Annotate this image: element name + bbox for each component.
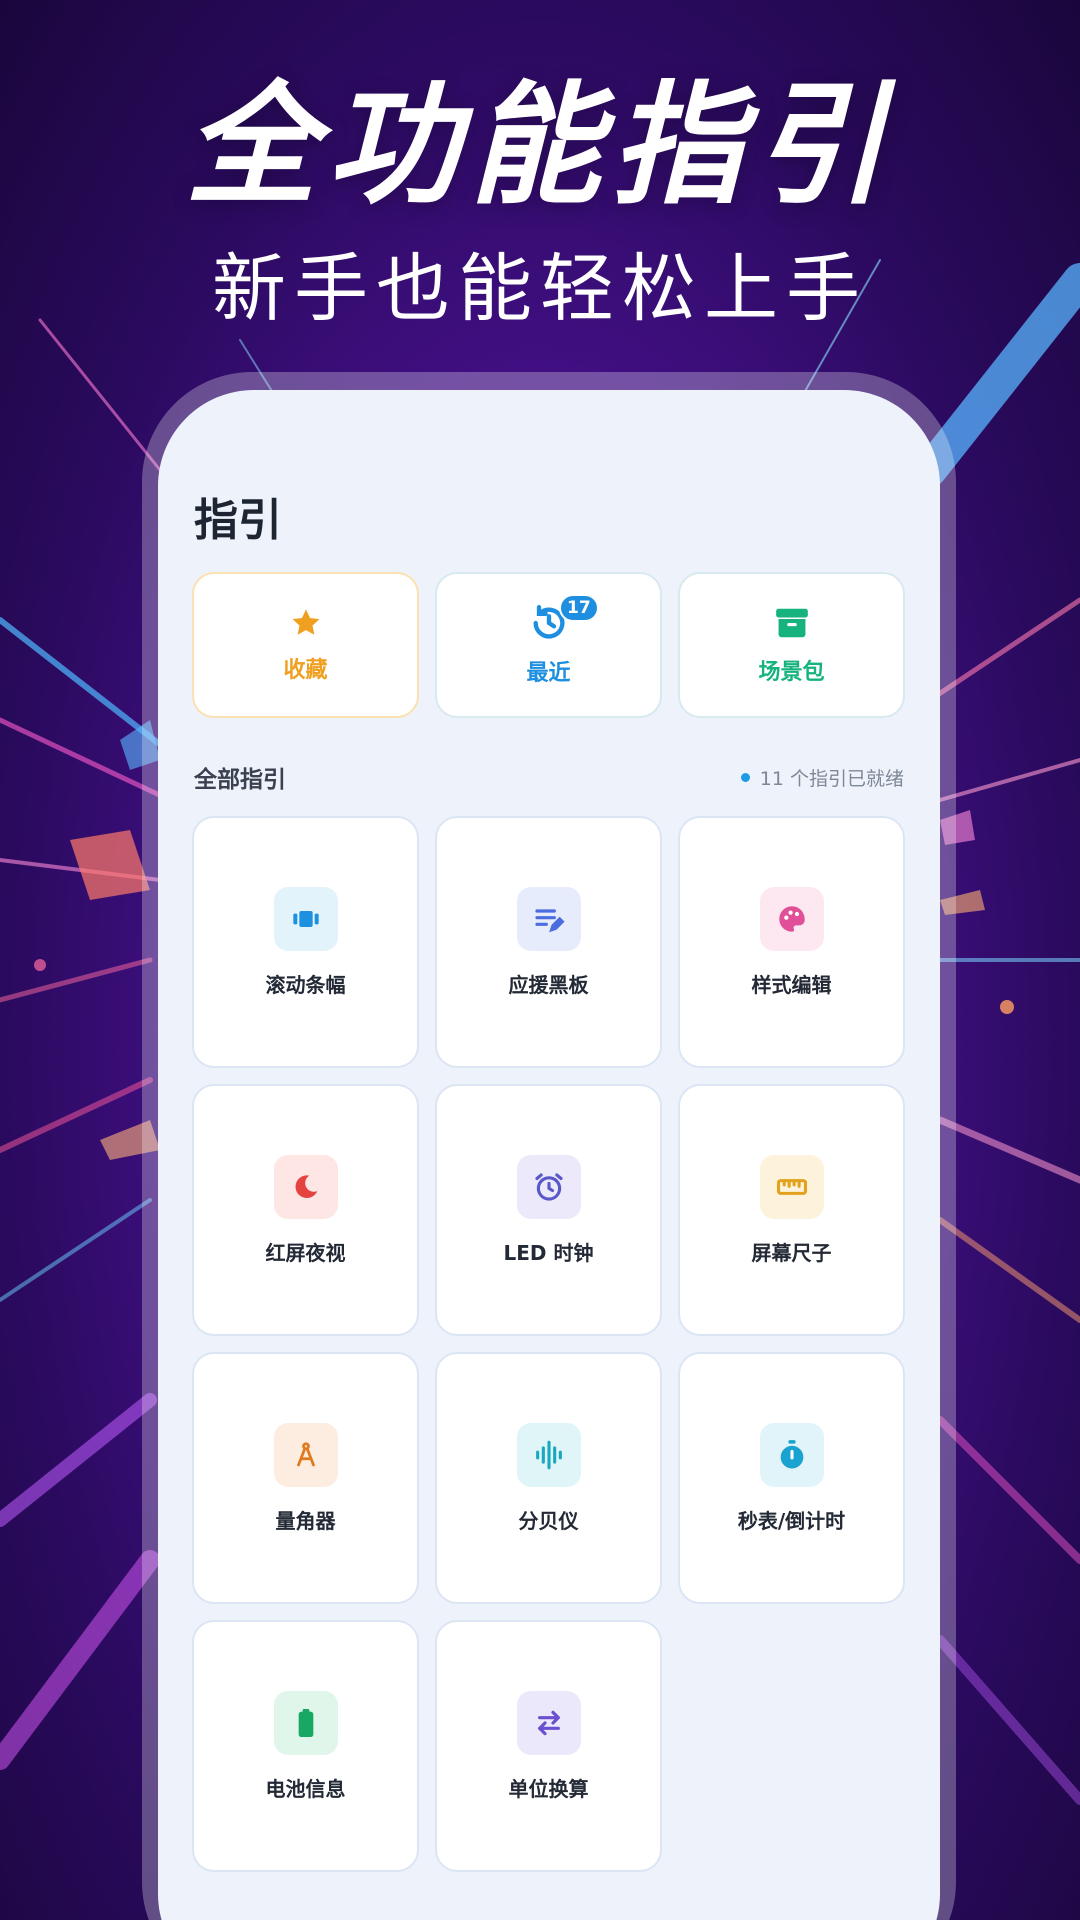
tool-icon-tile	[759, 1154, 824, 1219]
tool-stopwatch-timer[interactable]: 秒表/倒计时	[678, 1352, 905, 1604]
tool-icon-tile	[273, 1154, 338, 1219]
battery-icon	[298, 1708, 313, 1737]
tool-label: 电池信息	[265, 1776, 346, 1801]
swap-icon	[537, 1710, 560, 1735]
tool-label: 红屏夜视	[265, 1240, 346, 1265]
tool-icon-tile	[273, 886, 338, 951]
tool-icon-tile	[516, 1154, 581, 1219]
moon-icon	[295, 1174, 317, 1198]
tool-icon-tile	[516, 1690, 581, 1755]
quick-action-label: 最近	[526, 661, 571, 686]
section-title: 全部指引	[194, 767, 286, 793]
sound-wave-icon	[535, 1440, 562, 1469]
quick-action-label: 场景包	[758, 660, 825, 685]
promo-title: 全功能指引	[185, 69, 895, 223]
quick-action-recent[interactable]: 17 最近	[435, 572, 662, 718]
tool-grid: 滚动条幅 应援黑板 样式编辑 红屏夜视 LED 时钟 屏幕尺子 量角器 分贝仪 …	[192, 816, 906, 1872]
tool-label: 分贝仪	[518, 1508, 579, 1533]
tool-protractor[interactable]: 量角器	[192, 1352, 419, 1604]
tool-style-editor[interactable]: 样式编辑	[678, 816, 905, 1068]
page-title: 指引	[194, 495, 282, 546]
notes-edit-icon	[534, 908, 565, 932]
tool-cheer-board[interactable]: 应援黑板	[435, 816, 662, 1068]
tool-icon-tile	[516, 1422, 581, 1487]
ready-status: 11 个指引已就绪	[740, 764, 904, 791]
phone-screen: 指引 收藏 17 最近 场景包 全部指引 11 个指引已就绪 滚动条幅 应援黑板…	[158, 390, 940, 1920]
section-header: 全部指引 11 个指引已就绪	[194, 760, 904, 794]
tool-led-clock[interactable]: LED 时钟	[435, 1084, 662, 1336]
tool-label: 量角器	[275, 1508, 336, 1533]
palette-icon	[778, 905, 805, 932]
tool-label: 应援黑板	[508, 972, 589, 997]
promo-header: 全功能指引 新手也能轻松上手	[0, 80, 1080, 326]
tool-icon-tile	[273, 1690, 338, 1755]
tool-label: 秒表/倒计时	[737, 1508, 846, 1533]
quick-action-favorites[interactable]: 收藏	[192, 572, 419, 718]
tool-icon-tile	[273, 1422, 338, 1487]
tool-decibel-meter[interactable]: 分贝仪	[435, 1352, 662, 1604]
quick-action-scene-packs[interactable]: 场景包	[678, 572, 905, 718]
tool-label: 单位换算	[508, 1776, 589, 1801]
star-icon	[292, 609, 319, 635]
alarm-clock-icon	[534, 1172, 563, 1201]
tool-label: 样式编辑	[751, 972, 832, 997]
recent-count-badge: 17	[559, 594, 599, 622]
tool-icon-tile	[759, 886, 824, 951]
tool-label: LED 时钟	[503, 1240, 594, 1265]
tool-label: 滚动条幅	[265, 972, 346, 997]
quick-actions: 收藏 17 最近 场景包	[192, 572, 906, 718]
compass-icon	[296, 1441, 315, 1466]
tool-scroll-banner[interactable]: 滚动条幅	[192, 816, 419, 1068]
scroll-banner-icon	[292, 910, 319, 927]
status-dot	[740, 772, 750, 782]
tool-icon-tile	[759, 1422, 824, 1487]
tool-unit-converter[interactable]: 单位换算	[435, 1620, 662, 1872]
tool-screen-ruler[interactable]: 屏幕尺子	[678, 1084, 905, 1336]
archive-icon	[775, 608, 808, 638]
ruler-icon	[776, 1178, 807, 1195]
tool-battery-info[interactable]: 电池信息	[192, 1620, 419, 1872]
tool-label: 屏幕尺子	[751, 1240, 832, 1265]
stopwatch-icon	[780, 1439, 803, 1468]
quick-action-label: 收藏	[283, 658, 328, 683]
tool-red-night-vision[interactable]: 红屏夜视	[192, 1084, 419, 1336]
tool-icon-tile	[516, 886, 581, 951]
ready-status-text: 11 个指引已就绪	[759, 767, 904, 790]
promo-subtitle: 新手也能轻松上手	[212, 246, 868, 332]
